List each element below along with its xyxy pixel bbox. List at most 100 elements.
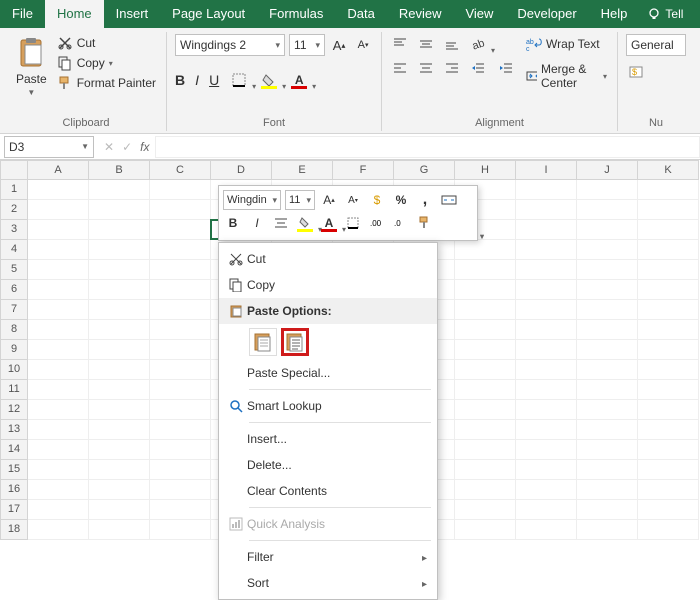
cell[interactable] xyxy=(455,320,516,340)
paste-option-values[interactable] xyxy=(281,328,309,356)
cell[interactable] xyxy=(89,440,150,460)
tab-view[interactable]: View xyxy=(453,0,505,28)
cell[interactable] xyxy=(28,300,89,320)
cell[interactable] xyxy=(638,520,699,540)
name-box[interactable]: D3 ▼ xyxy=(4,136,94,158)
cell[interactable] xyxy=(638,440,699,460)
font-name-selector[interactable]: Wingdings 2 xyxy=(175,34,285,56)
row-header[interactable]: 3 xyxy=(0,220,28,240)
cm-insert[interactable]: Insert... xyxy=(219,426,437,452)
cell[interactable] xyxy=(150,360,211,380)
cell[interactable] xyxy=(28,180,89,200)
cell[interactable] xyxy=(89,480,150,500)
align-center-icon[interactable] xyxy=(416,58,436,78)
cell[interactable] xyxy=(28,200,89,220)
cell[interactable] xyxy=(89,200,150,220)
cell[interactable] xyxy=(89,320,150,340)
cell[interactable] xyxy=(150,340,211,360)
cell[interactable] xyxy=(516,360,577,380)
cell[interactable] xyxy=(89,280,150,300)
row-header[interactable]: 17 xyxy=(0,500,28,520)
cell[interactable] xyxy=(638,200,699,220)
cell[interactable] xyxy=(150,260,211,280)
align-right-icon[interactable] xyxy=(442,58,462,78)
cell[interactable] xyxy=(89,260,150,280)
cell[interactable] xyxy=(28,260,89,280)
mini-fill-color-button[interactable] xyxy=(295,213,315,233)
row-header[interactable]: 18 xyxy=(0,520,28,540)
cell[interactable] xyxy=(577,240,638,260)
mini-percent-icon[interactable]: % xyxy=(391,190,411,210)
col-header[interactable]: D xyxy=(211,160,272,180)
cell[interactable] xyxy=(516,300,577,320)
cell[interactable] xyxy=(150,500,211,520)
cell[interactable] xyxy=(150,480,211,500)
increase-indent-icon[interactable] xyxy=(496,58,516,78)
cell[interactable] xyxy=(150,240,211,260)
tab-review[interactable]: Review xyxy=(387,0,454,28)
cancel-formula-icon[interactable]: ✕ xyxy=(104,140,114,154)
cell[interactable] xyxy=(516,180,577,200)
font-color-button[interactable]: A xyxy=(289,70,309,90)
cell[interactable] xyxy=(455,400,516,420)
mini-align-icon[interactable] xyxy=(271,213,291,233)
cell[interactable] xyxy=(516,520,577,540)
align-top-icon[interactable] xyxy=(390,34,410,54)
cell[interactable] xyxy=(577,360,638,380)
cm-sort[interactable]: Sort xyxy=(219,570,437,596)
cell[interactable] xyxy=(577,380,638,400)
cell[interactable] xyxy=(89,240,150,260)
cut-button[interactable]: Cut xyxy=(55,34,158,52)
cell[interactable] xyxy=(577,180,638,200)
copy-button[interactable]: Copy ▾ xyxy=(55,54,158,72)
row-header[interactable]: 9 xyxy=(0,340,28,360)
col-header[interactable]: F xyxy=(333,160,394,180)
cm-clear-contents[interactable]: Clear Contents xyxy=(219,478,437,504)
col-header[interactable]: I xyxy=(516,160,577,180)
cell[interactable] xyxy=(28,480,89,500)
cell[interactable] xyxy=(638,220,699,240)
cell[interactable] xyxy=(455,420,516,440)
cell[interactable] xyxy=(28,440,89,460)
tab-data[interactable]: Data xyxy=(335,0,386,28)
cell[interactable] xyxy=(455,260,516,280)
cell[interactable] xyxy=(150,280,211,300)
cell[interactable] xyxy=(28,360,89,380)
select-all-corner[interactable] xyxy=(0,160,28,180)
number-format-selector[interactable]: General xyxy=(626,34,686,56)
cell[interactable] xyxy=(638,280,699,300)
col-header[interactable]: C xyxy=(150,160,211,180)
cell[interactable] xyxy=(516,260,577,280)
cell[interactable] xyxy=(638,380,699,400)
row-header[interactable]: 16 xyxy=(0,480,28,500)
merge-center-button[interactable]: Merge & Center ▾ xyxy=(524,60,609,92)
cell[interactable] xyxy=(516,380,577,400)
cell[interactable] xyxy=(455,500,516,520)
cell[interactable] xyxy=(89,460,150,480)
cell[interactable] xyxy=(28,240,89,260)
row-header[interactable]: 8 xyxy=(0,320,28,340)
tab-help[interactable]: Help xyxy=(589,0,640,28)
cell[interactable] xyxy=(150,460,211,480)
cell[interactable] xyxy=(455,340,516,360)
paste-button[interactable]: Paste ▼ xyxy=(14,34,49,99)
cell[interactable] xyxy=(638,460,699,480)
cell[interactable] xyxy=(516,200,577,220)
align-middle-icon[interactable] xyxy=(416,34,436,54)
row-header[interactable]: 11 xyxy=(0,380,28,400)
mini-font-size[interactable]: 11 xyxy=(285,190,315,210)
tab-file[interactable]: File xyxy=(0,0,45,28)
wrap-text-button[interactable]: abc Wrap Text xyxy=(524,34,609,54)
accounting-format-icon[interactable]: $ xyxy=(626,62,646,82)
formula-input[interactable] xyxy=(155,136,700,158)
col-header[interactable]: E xyxy=(272,160,333,180)
italic-button[interactable]: I xyxy=(195,72,199,88)
cell[interactable] xyxy=(577,340,638,360)
mini-borders-button[interactable] xyxy=(343,213,363,233)
cell[interactable] xyxy=(28,220,89,240)
mini-increase-font-icon[interactable]: A▴ xyxy=(319,190,339,210)
cell[interactable] xyxy=(89,420,150,440)
cell[interactable] xyxy=(638,260,699,280)
cell[interactable] xyxy=(638,400,699,420)
cell[interactable] xyxy=(28,460,89,480)
